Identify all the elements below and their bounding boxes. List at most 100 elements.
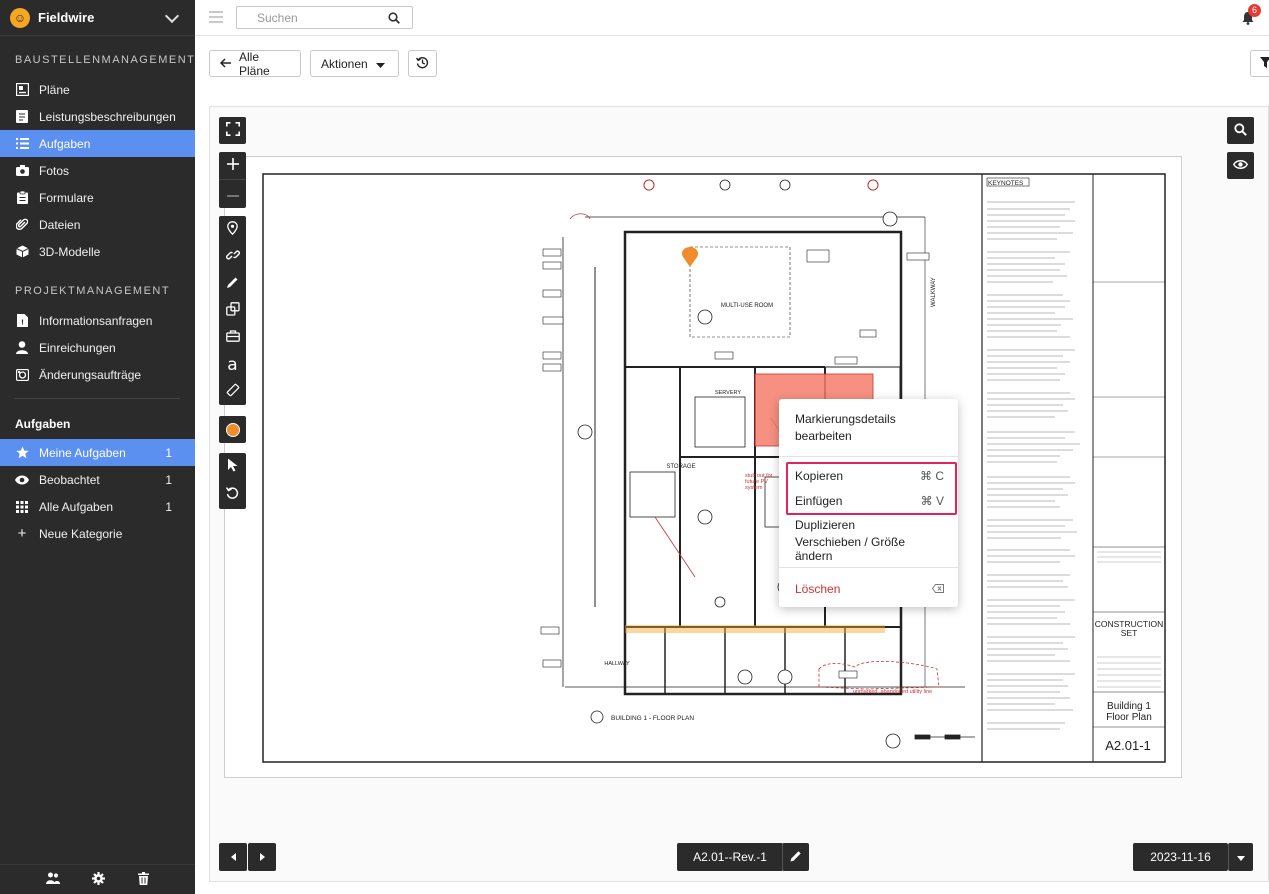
sidebar-item-formulare[interactable]: Formulare bbox=[0, 184, 195, 211]
sidebar-item-dateien[interactable]: Dateien bbox=[0, 211, 195, 238]
search-box[interactable] bbox=[236, 6, 413, 29]
text-tool[interactable]: a bbox=[219, 351, 246, 378]
baustelle-nav: Pläne Leistungsbeschreibungen Aufgaben F… bbox=[0, 76, 195, 265]
plan-sheet[interactable]: KEYNOTES CONSTRUCTION SET Building 1 Flo… bbox=[224, 156, 1182, 778]
menu-item-label: Löschen bbox=[795, 581, 841, 596]
filter-count: 1 bbox=[165, 445, 172, 460]
selection-tools bbox=[219, 453, 246, 509]
shapes-tool[interactable] bbox=[219, 297, 246, 324]
sidebar-item-fotos[interactable]: Fotos bbox=[0, 157, 195, 184]
search-input[interactable] bbox=[257, 10, 382, 25]
brand-name: Fieldwire bbox=[38, 10, 95, 25]
sidebar-footer bbox=[0, 864, 195, 894]
copy-item[interactable]: Kopieren ⌘ C bbox=[795, 468, 944, 483]
sidebar-item-aenderungsauftraege[interactable]: Änderungsaufträge bbox=[0, 361, 195, 388]
walkway-label: WALKWAY bbox=[931, 277, 937, 307]
eye-visibility-icon bbox=[1233, 159, 1248, 173]
sidebar-item-label: Aufgaben bbox=[39, 136, 91, 151]
search-icon[interactable] bbox=[388, 12, 400, 27]
task-pin-icon[interactable] bbox=[681, 247, 699, 267]
copy-shortcut: ⌘ C bbox=[920, 468, 944, 483]
sheet-selector[interactable]: A2.01--Rev.-1 bbox=[677, 843, 783, 871]
sidebar-item-label: Einreichungen bbox=[39, 340, 116, 355]
markup-tools: a bbox=[219, 216, 246, 405]
undo-tool[interactable] bbox=[219, 480, 246, 507]
sidebar-item-label: Änderungsaufträge bbox=[39, 367, 142, 382]
color-picker-button[interactable] bbox=[219, 416, 246, 443]
date-dropdown-button[interactable] bbox=[1228, 843, 1253, 871]
sidebar-item-informationsanfragen[interactable]: ! Informationsanfragen bbox=[0, 307, 195, 334]
sidebar-divider bbox=[15, 398, 180, 399]
history-button[interactable] bbox=[408, 50, 437, 77]
tasks-list-icon bbox=[15, 137, 29, 151]
team-icon[interactable] bbox=[46, 872, 61, 887]
link-icon bbox=[225, 248, 240, 265]
hamburger-menu-icon[interactable] bbox=[209, 11, 223, 23]
menu-item-label: Kopieren bbox=[795, 468, 844, 483]
fieldwire-logo-icon: ☺ bbox=[10, 7, 30, 28]
actions-dropdown[interactable]: Aktionen bbox=[310, 50, 399, 77]
projekt-nav: ! Informationsanfragen Einreichungen Änd… bbox=[0, 307, 195, 388]
sidebar-item-label: Formulare bbox=[39, 190, 94, 205]
next-sheet-button[interactable] bbox=[248, 843, 276, 871]
duplicate-item[interactable]: Duplizieren bbox=[795, 517, 944, 532]
pen-tool[interactable] bbox=[219, 270, 246, 297]
edit-sheet-button[interactable] bbox=[782, 843, 809, 871]
filter-alle-aufgaben[interactable]: Alle Aufgaben 1 bbox=[0, 493, 195, 520]
specs-icon bbox=[15, 110, 29, 124]
sidebar-item-einreichungen[interactable]: Einreichungen bbox=[0, 334, 195, 361]
sidebar-item-3d-modelle[interactable]: 3D-Modelle bbox=[0, 238, 195, 265]
plan-caption: BUILDING 1 - FLOOR PLAN bbox=[611, 715, 694, 722]
project-switcher[interactable]: ☺ Fieldwire bbox=[0, 0, 195, 36]
zoom-out-button[interactable] bbox=[219, 179, 246, 206]
visibility-button[interactable] bbox=[1227, 152, 1254, 179]
trash-icon[interactable] bbox=[137, 871, 149, 888]
sidebar-item-label: Fotos bbox=[39, 163, 70, 178]
sidebar-item-aufgaben[interactable]: Aufgaben bbox=[0, 130, 195, 157]
arrow-left-icon bbox=[219, 57, 231, 71]
history-icon bbox=[415, 56, 429, 72]
shapes-icon bbox=[225, 302, 240, 319]
search-plan-button[interactable] bbox=[1227, 117, 1254, 144]
all-plans-button[interactable]: Alle Pläne bbox=[209, 50, 301, 78]
zoom-in-button[interactable] bbox=[219, 152, 246, 179]
location-pin-icon bbox=[227, 221, 238, 238]
arrow-left-small-icon bbox=[230, 850, 236, 864]
delete-item[interactable]: Löschen bbox=[795, 581, 944, 596]
filter-button[interactable] bbox=[1250, 50, 1269, 77]
menu-item-label: Verschieben / Größe ändern bbox=[795, 534, 906, 563]
menu-item-label: Einfügen bbox=[795, 493, 843, 508]
sidebar-item-plaene[interactable]: Pläne bbox=[0, 76, 195, 103]
filter-beobachtet[interactable]: Beobachtet 1 bbox=[0, 466, 195, 493]
cube-icon bbox=[15, 245, 29, 259]
caret-down-white-icon bbox=[1237, 850, 1245, 864]
filter-neue-kategorie[interactable]: + Neue Kategorie bbox=[0, 520, 195, 547]
caret-down-icon bbox=[375, 57, 385, 71]
toolbox-tool[interactable] bbox=[219, 324, 246, 351]
svg-text:system: system bbox=[745, 485, 763, 491]
chevron-down-icon[interactable] bbox=[164, 8, 180, 23]
rfi-doc-icon: ! bbox=[15, 314, 29, 328]
previous-sheet-button[interactable] bbox=[219, 843, 247, 871]
filter-count: 1 bbox=[165, 499, 172, 514]
revision-date-selector[interactable]: 2023-11-16 bbox=[1133, 843, 1228, 871]
sidebar-item-label: Leistungsbeschreibungen bbox=[39, 109, 176, 124]
fullscreen-button[interactable] bbox=[219, 117, 246, 144]
paperclip-icon bbox=[15, 218, 29, 232]
pin-tool[interactable] bbox=[219, 216, 246, 243]
edit-markup-details-item[interactable]: Markierungsdetails bearbeiten bbox=[795, 411, 944, 445]
undo-icon bbox=[225, 486, 239, 502]
sidebar-item-leistungsbeschreibungen[interactable]: Leistungsbeschreibungen bbox=[0, 103, 195, 130]
select-tool[interactable] bbox=[219, 453, 246, 480]
room-label-servery: SERVERY bbox=[715, 390, 741, 396]
link-tool[interactable] bbox=[219, 243, 246, 270]
gear-icon[interactable] bbox=[92, 871, 106, 888]
minus-zoom-icon bbox=[226, 186, 239, 200]
filter-meine-aufgaben[interactable]: Meine Aufgaben 1 bbox=[0, 439, 195, 466]
menu-item-label: Markierungsdetails bearbeiten bbox=[795, 412, 896, 443]
paste-item[interactable]: Einfügen ⌘ V bbox=[795, 493, 944, 508]
move-resize-item[interactable]: Verschieben / Größe ändern bbox=[795, 535, 944, 563]
measure-tool[interactable] bbox=[219, 378, 246, 405]
eye-icon bbox=[15, 473, 29, 487]
floor-plan-drawing: KEYNOTES CONSTRUCTION SET Building 1 Flo… bbox=[262, 173, 1166, 763]
